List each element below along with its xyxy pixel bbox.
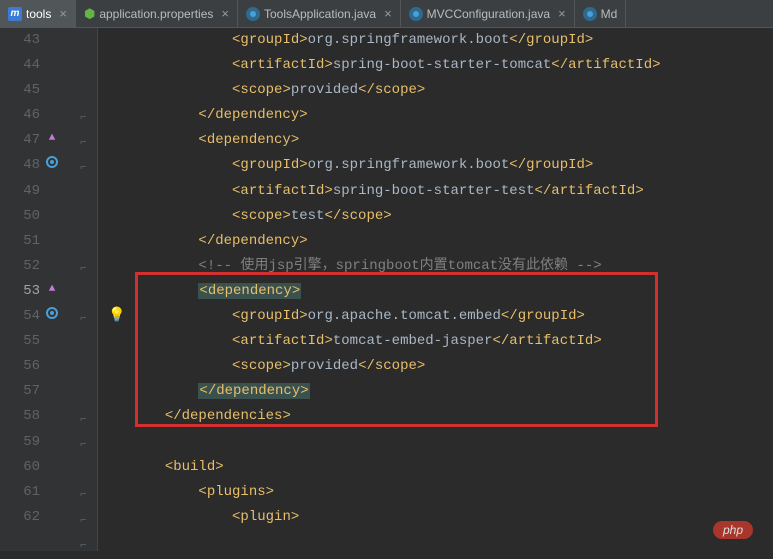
code-line[interactable]: <build> [64,455,773,480]
code-line[interactable]: <scope>provided</scope> [64,78,773,103]
fold-start-icon[interactable]: ⌐ [80,534,87,559]
line-number: 56 [0,354,40,379]
code-area[interactable]: <groupId>org.springframework.boot</group… [58,28,773,551]
close-icon[interactable]: × [558,6,566,21]
tab-tools[interactable]: m tools × [0,0,76,27]
fold-end-icon[interactable]: ⌐ [80,131,87,156]
fold-start-icon[interactable]: ⌐ [80,509,87,534]
editor-tabs: m tools × ⬢ application.properties × Too… [0,0,773,28]
tab-label: ToolsApplication.java [264,7,376,21]
tab-tools-application[interactable]: ToolsApplication.java × [238,0,401,27]
implementing-icon[interactable] [45,307,59,319]
leaf-icon: ⬢ [84,6,95,22]
line-number: 57 [0,379,40,404]
line-number: 46 [0,103,40,128]
line-number: 58 [0,404,40,429]
line-number: 62 [0,505,40,530]
code-line[interactable]: <plugin> [64,505,773,530]
tab-label: tools [26,7,51,21]
intention-bulb-icon[interactable]: 💡 [108,307,125,324]
code-line[interactable]: <dependency> [64,279,773,304]
line-number: 51 [0,229,40,254]
java-class-icon [409,7,423,21]
line-number: 55 [0,329,40,354]
close-icon[interactable]: × [59,6,67,21]
close-icon[interactable]: × [384,6,392,21]
code-editor[interactable]: 4344454647484950515253545556575859606162… [0,28,773,551]
code-line[interactable]: </dependency> [64,229,773,254]
fold-start-icon[interactable]: ⌐ [80,156,87,181]
code-line[interactable]: <plugins> [64,480,773,505]
close-icon[interactable]: × [221,6,229,21]
code-line[interactable]: <artifactId>tomcat-embed-jasper</artifac… [64,329,773,354]
tab-label: MVCConfiguration.java [427,7,550,21]
fold-end-icon[interactable]: ⌐ [80,106,87,131]
fold-end-icon[interactable]: ⌐ [80,408,87,433]
tab-md[interactable]: Md [575,0,627,27]
code-line[interactable]: <groupId>org.springframework.boot</group… [64,153,773,178]
override-up-icon[interactable]: ▲ [45,283,59,295]
line-number: 49 [0,179,40,204]
implementing-icon[interactable] [45,156,59,168]
code-line[interactable]: <!-- 使用jsp引擎，springboot内置tomcat没有此依赖 --> [64,254,773,279]
code-line[interactable]: <artifactId>spring-boot-starter-tomcat</… [64,53,773,78]
watermark-badge: php [713,521,753,539]
line-number: 47 [0,128,40,153]
tab-application-properties[interactable]: ⬢ application.properties × [76,0,238,27]
code-line[interactable]: </dependency> [64,103,773,128]
code-line[interactable]: <groupId>org.apache.tomcat.embed</groupI… [64,304,773,329]
line-number: 43 [0,28,40,53]
line-number: 59 [0,430,40,455]
line-number: 44 [0,53,40,78]
tab-mvc-configuration[interactable]: MVCConfiguration.java × [401,0,575,27]
line-number: 54 [0,304,40,329]
line-number: 53 [0,279,40,304]
fold-end-icon[interactable]: ⌐ [80,433,87,458]
code-line[interactable]: <groupId>org.springframework.boot</group… [64,28,773,53]
fold-start-icon[interactable]: ⌐ [80,483,87,508]
code-line[interactable] [64,430,773,455]
line-number: 61 [0,480,40,505]
code-line[interactable]: <artifactId>spring-boot-starter-test</ar… [64,179,773,204]
tab-label: Md [601,7,618,21]
fold-start-icon[interactable]: ⌐ [80,307,87,332]
code-line[interactable]: </dependencies> [64,404,773,429]
tab-label: application.properties [99,7,213,21]
line-number: 48 [0,153,40,178]
line-number: 50 [0,204,40,229]
code-line[interactable]: <scope>test</scope> [64,204,773,229]
java-class-icon [583,7,597,21]
line-number: 52 [0,254,40,279]
fold-end-icon[interactable]: ⌐ [80,257,87,282]
code-line[interactable]: <dependency> [64,128,773,153]
code-line[interactable]: <scope>provided</scope> [64,354,773,379]
maven-icon: m [8,7,22,21]
override-up-icon[interactable]: ▲ [45,132,59,144]
java-class-icon [246,7,260,21]
line-number: 45 [0,78,40,103]
line-number: 60 [0,455,40,480]
code-line[interactable]: </dependency> [64,379,773,404]
